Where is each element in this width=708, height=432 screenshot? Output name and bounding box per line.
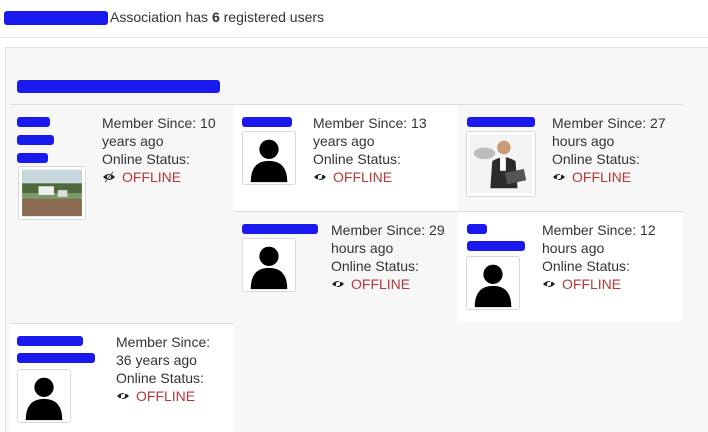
redacted-username: [467, 241, 525, 251]
status-badge: OFFLINE: [331, 275, 456, 293]
landscape-photo-icon: [22, 169, 82, 217]
redacted-username: [467, 224, 487, 234]
status-badge: OFFLINE: [102, 168, 227, 186]
avatar[interactable]: [466, 256, 520, 310]
redacted-username: [17, 153, 48, 163]
summary-text: Association has: [110, 9, 209, 25]
member-info: Member Since: 29 hours ago Online Status…: [331, 221, 456, 293]
avatar[interactable]: [18, 166, 86, 220]
member-info: Member Since: 12 hours ago Online Status…: [542, 221, 677, 293]
status-badge: OFFLINE: [552, 168, 680, 186]
person-with-laptop-photo-icon: [469, 134, 533, 194]
eye-slash-icon: [332, 278, 344, 290]
status-badge: OFFLINE: [313, 168, 453, 186]
member-info: Member Since: 36 years ago Online Status…: [116, 333, 228, 405]
redacted-username: [467, 117, 535, 127]
default-user-silhouette-icon: [250, 139, 288, 183]
member-info: Member Since: 27 hours ago Online Status…: [552, 114, 680, 186]
eye-slash-icon: [103, 171, 115, 183]
member-info: Member Since: 10 years ago Online Status…: [102, 114, 227, 186]
default-user-silhouette-icon: [474, 264, 512, 308]
member-info: Member Since: 13 years ago Online Status…: [313, 114, 453, 186]
redacted-panel-title: [17, 80, 220, 93]
summary-suffix: registered users: [223, 9, 325, 25]
redacted-username: [17, 117, 50, 127]
status-badge: OFFLINE: [542, 275, 677, 293]
avatar[interactable]: [466, 131, 536, 197]
default-user-silhouette-icon: [250, 246, 288, 290]
redacted-username: [17, 336, 83, 346]
user-count: 6: [211, 9, 220, 25]
redacted-username: [242, 117, 292, 127]
avatar[interactable]: [242, 131, 296, 185]
eye-slash-icon: [117, 390, 129, 402]
top-divider: [0, 37, 708, 38]
status-badge: OFFLINE: [116, 387, 228, 405]
redacted-username: [242, 224, 318, 234]
avatar[interactable]: [17, 369, 71, 423]
avatar[interactable]: [242, 238, 296, 292]
eye-slash-icon: [553, 171, 565, 183]
redacted-username: [17, 135, 54, 145]
eye-slash-icon: [314, 171, 326, 183]
eye-slash-icon: [543, 278, 555, 290]
default-user-silhouette-icon: [25, 377, 63, 421]
redacted-username: [17, 353, 95, 363]
registered-users-summary: Association has 6 registered users: [110, 9, 324, 25]
redacted-group-name: [4, 11, 108, 25]
